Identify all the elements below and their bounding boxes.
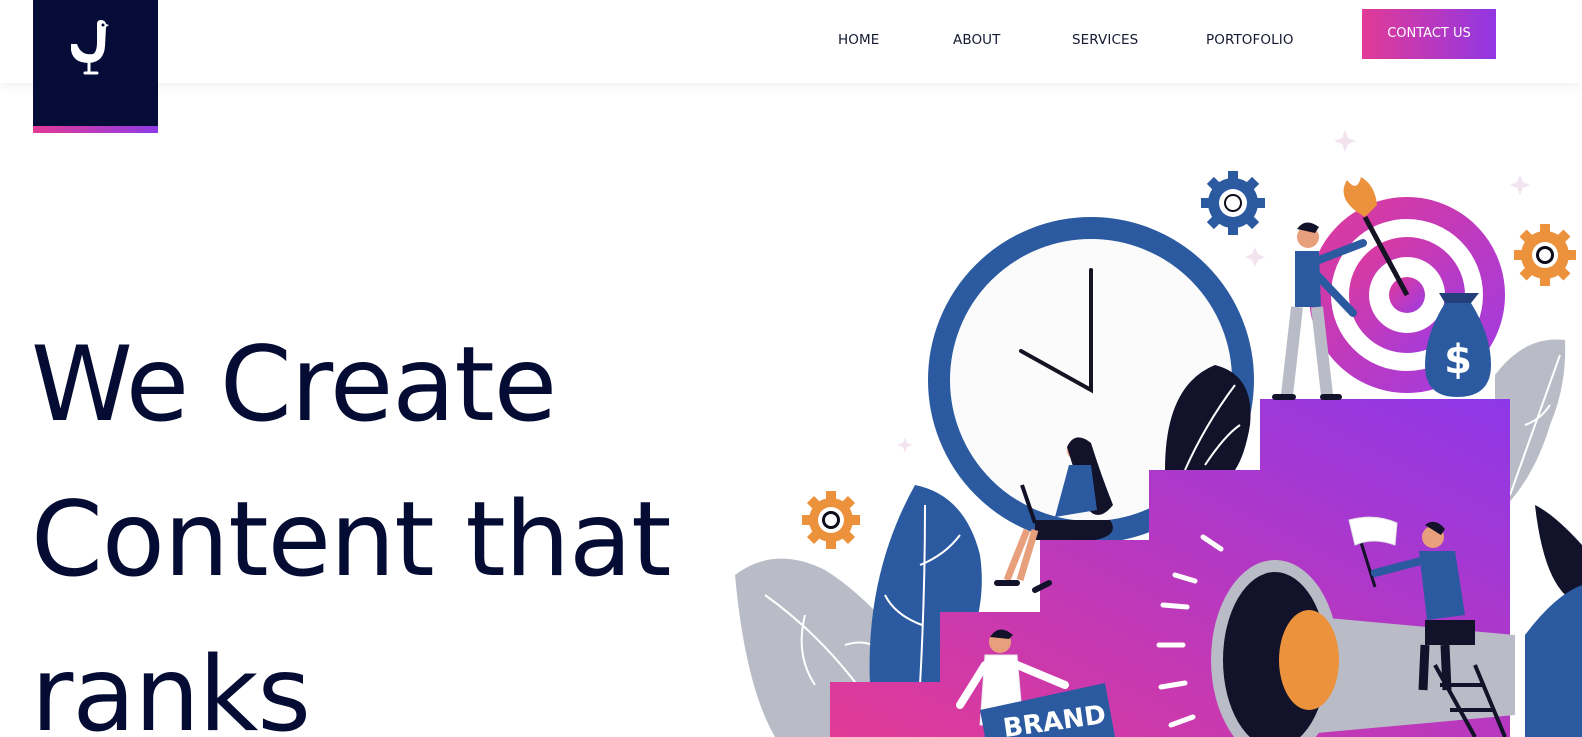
gear-icon-orange-right — [1514, 224, 1576, 286]
gear-icon-orange-left — [802, 491, 860, 549]
hero-line-1: We Create — [31, 325, 557, 445]
nav-about[interactable]: ABOUT — [953, 32, 1001, 48]
hero-heading: We Create Content that ranks — [31, 308, 751, 737]
hero-line-2: Content that — [31, 480, 672, 600]
site-logo[interactable] — [33, 0, 158, 133]
nav-home[interactable]: HOME — [838, 32, 879, 48]
nav-services[interactable]: SERVICES — [1072, 32, 1138, 48]
hero-line-3: ranks — [31, 635, 311, 737]
marketing-illustration: $ BRAND — [735, 130, 1582, 737]
top-navbar: HOME ABOUT SERVICES PORTOFOLIO CONTACT U… — [0, 0, 1582, 83]
gear-icon-blue — [1201, 171, 1265, 235]
svg-text:$: $ — [1444, 337, 1472, 383]
logo-accent-bar — [33, 126, 158, 133]
nav-portfolio[interactable]: PORTOFOLIO — [1206, 32, 1294, 48]
contact-us-button[interactable]: CONTACT US — [1362, 9, 1496, 59]
leaf-blue-right — [1525, 585, 1582, 737]
duck-logo-icon — [71, 20, 109, 75]
